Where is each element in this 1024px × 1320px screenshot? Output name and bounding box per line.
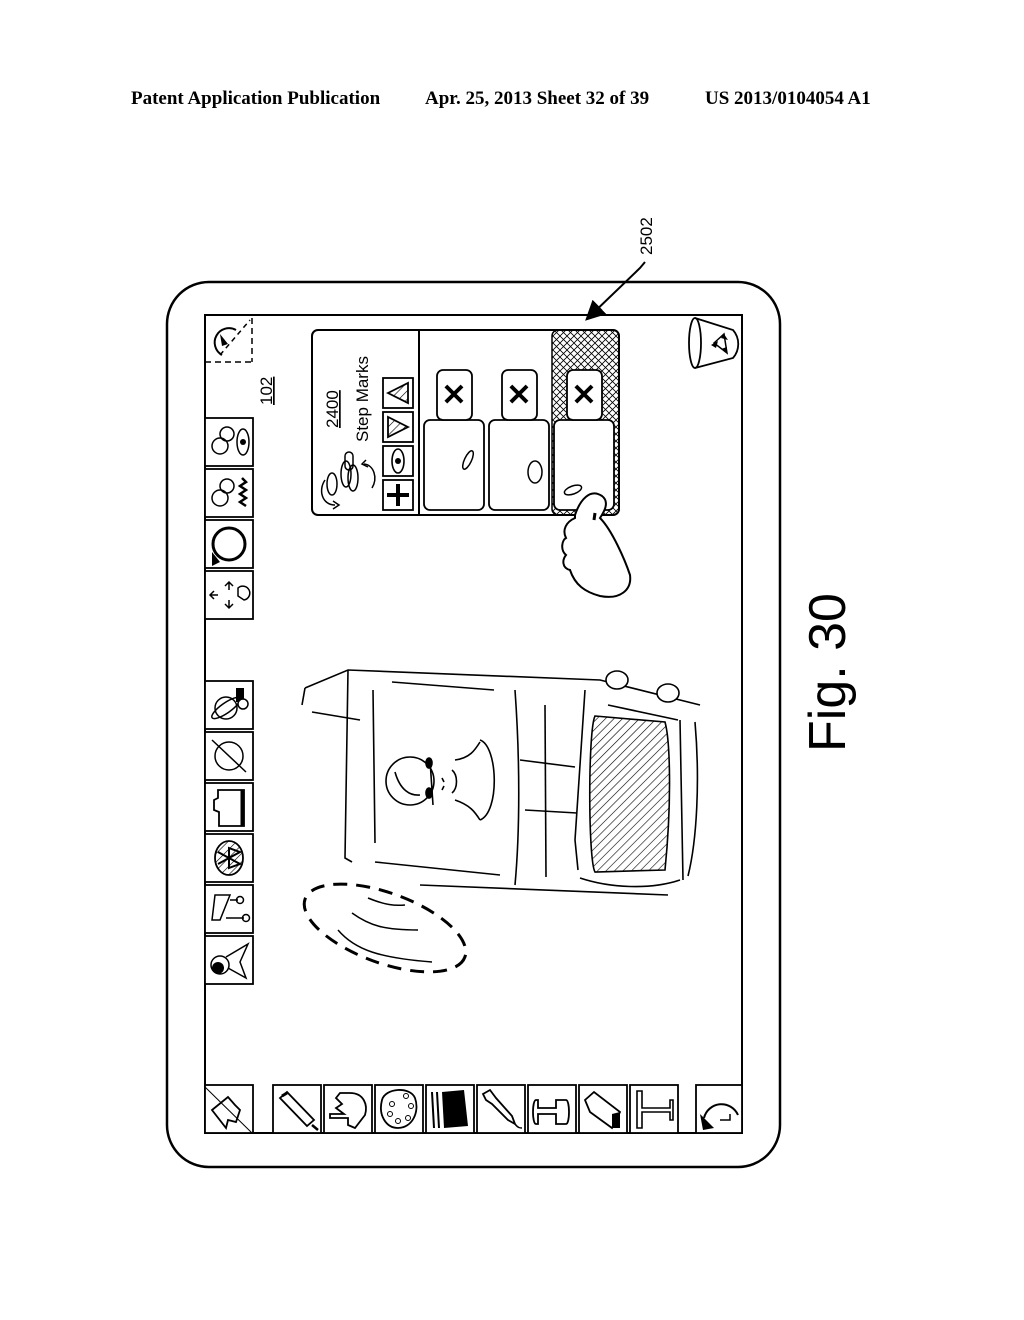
stamp-button[interactable]	[527, 1084, 577, 1134]
folder-button[interactable]	[204, 782, 254, 832]
figure-label: Fig. 30	[799, 593, 857, 752]
eraser-button[interactable]	[578, 1084, 628, 1134]
chat-eye-button[interactable]	[204, 417, 254, 467]
close-icon: ✕	[571, 379, 596, 412]
bluetooth-button[interactable]	[204, 833, 254, 883]
callout-ref-text: 2502	[637, 217, 656, 255]
move-down-button[interactable]	[382, 411, 414, 443]
step-marks-panel: 2400 Step Marks ✕ ✕ ✕	[311, 329, 620, 516]
recycle-bin-button[interactable]	[688, 317, 740, 369]
reorder-steps-icon	[320, 451, 376, 510]
chat-crowd-button[interactable]	[204, 468, 254, 518]
vehicle-shadow	[302, 882, 468, 974]
circle-arrow-button[interactable]	[204, 519, 254, 569]
recycle-bin-icon	[688, 317, 740, 369]
fill-swatch-button[interactable]	[425, 1084, 475, 1134]
step-thumbnail[interactable]	[423, 419, 485, 511]
tablet-device-frame	[165, 280, 782, 1169]
paint-target-button[interactable]	[204, 935, 254, 985]
rotate-corner-icon	[213, 327, 237, 356]
palette-button[interactable]	[374, 1084, 424, 1134]
move-arrows-button[interactable]	[204, 570, 254, 620]
delete-step-button[interactable]: ✕	[436, 369, 473, 421]
close-icon: ✕	[441, 379, 466, 412]
vehicle-lights	[605, 670, 680, 703]
step-item[interactable]: ✕	[423, 369, 485, 511]
globe-camera-button[interactable]	[204, 680, 254, 730]
globe-button[interactable]	[204, 731, 254, 781]
bottom-toolbar	[204, 1084, 743, 1134]
left-toolbar-bottom	[204, 680, 254, 985]
callout-2502: 2502	[585, 217, 656, 321]
vehicle-window	[588, 715, 671, 873]
visibility-button[interactable]	[382, 445, 414, 477]
undo-button[interactable]	[695, 1084, 743, 1134]
move-up-button[interactable]	[382, 377, 414, 409]
text-tool-button[interactable]	[629, 1084, 679, 1134]
delete-step-button[interactable]: ✕	[501, 369, 538, 421]
panel-title: Step Marks	[353, 356, 372, 442]
share-link-button[interactable]	[204, 884, 254, 934]
step-thumbnail[interactable]	[553, 419, 615, 511]
device-ref-label: 102	[257, 377, 276, 405]
close-icon: ✕	[506, 379, 531, 412]
left-toolbar-top	[204, 417, 254, 620]
delete-step-button[interactable]: ✕	[566, 369, 603, 421]
rotate-corner-button[interactable]	[205, 314, 253, 363]
add-step-button[interactable]	[382, 479, 414, 511]
step-item[interactable]: ✕	[488, 369, 550, 511]
panel-ref-label: 2400	[323, 390, 342, 428]
marker-button[interactable]	[272, 1084, 322, 1134]
hand-smudge-button[interactable]	[323, 1084, 373, 1134]
ruler-button[interactable]	[204, 1084, 254, 1134]
eyedropper-button[interactable]	[476, 1084, 526, 1134]
bluetooth-icon	[214, 840, 244, 876]
